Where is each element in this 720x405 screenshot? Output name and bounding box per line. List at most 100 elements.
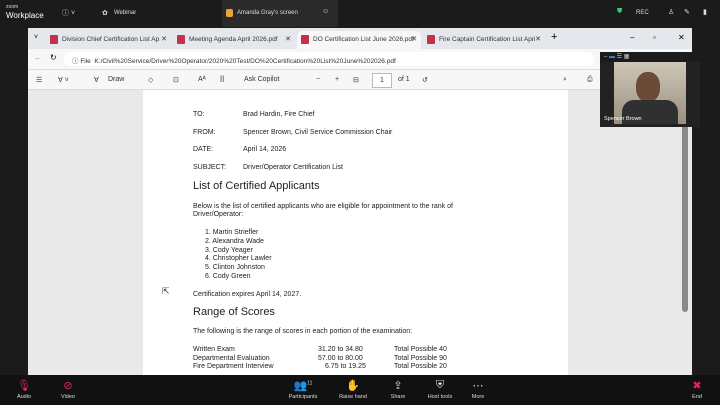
restore-icon[interactable]: ▫ <box>653 33 656 42</box>
applicant-item: 5. Clinton Johnston <box>205 264 265 271</box>
share-title-pill[interactable]: Amanda Gray's screen ☺ <box>222 0 338 27</box>
rec-indicator: REC <box>636 10 649 16</box>
tab-label: Meeting Agenda April 2026.pdf <box>189 36 278 43</box>
url-text: K:/Civil%20Service/Driver%20Operator/202… <box>94 58 396 65</box>
audio-button[interactable]: 🎙 Audio <box>4 379 44 400</box>
new-tab-icon[interactable]: + <box>551 31 557 43</box>
memo-value: Spencer Brown, Civil Service Commission … <box>243 129 393 136</box>
fit-page-icon[interactable]: ⊟ <box>353 76 359 84</box>
browser-window: ˅ Division Chief Certification List Ap ✕ … <box>28 28 692 375</box>
score-total: Total Possible 90 <box>394 355 447 362</box>
search-icon[interactable]: ⌕ <box>563 76 567 84</box>
draw-button[interactable]: Draw <box>108 76 124 83</box>
minimize-icon[interactable]: – <box>630 33 634 42</box>
view-options-icon[interactable]: ☺ <box>322 8 329 15</box>
highlight-icon[interactable]: ∀ ˅ <box>58 76 69 84</box>
eraser-icon[interactable]: ◇ <box>148 76 153 84</box>
scores-intro: The following is the range of scores in … <box>193 328 413 335</box>
tab-list-icon[interactable]: ˅ <box>34 34 38 41</box>
score-portion: Fire Department Interview <box>193 363 274 370</box>
refresh-icon[interactable]: ↻ <box>50 53 57 62</box>
pdf-icon <box>301 35 309 44</box>
zoom-logo-small: zoom <box>6 4 19 10</box>
close-window-icon[interactable]: ✕ <box>678 33 685 42</box>
more-label: More <box>471 394 485 400</box>
url-input[interactable]: ⓘ File K:/Civil%20Service/Driver%20Opera… <box>64 52 594 66</box>
draw-icon[interactable]: ∀ <box>94 76 99 84</box>
close-icon[interactable]: ✕ <box>411 35 417 43</box>
webinar-icon: ✿ <box>102 10 108 17</box>
close-icon[interactable]: ✕ <box>535 35 541 43</box>
score-total: Total Possible 20 <box>394 363 447 370</box>
zoom-logo: Workplace <box>6 11 44 20</box>
applicant-item: 4. Christopher Lawler <box>205 255 272 262</box>
more-button[interactable]: ⋯ More <box>458 379 498 400</box>
meeting-controls: 🎙 Audio ⊘ Video 👥11 Participants ✋ Raise han… <box>0 375 720 405</box>
applicant-item: 1. Martin Striefler <box>205 229 259 236</box>
tab-meeting-agenda[interactable]: Meeting Agenda April 2026.pdf ✕ <box>173 31 295 49</box>
applicant-item: 2. Alexandra Wade <box>205 238 264 245</box>
end-button[interactable]: ✖ End <box>677 379 717 400</box>
heading-range-of-scores: Range of Scores <box>193 306 275 318</box>
shield-icon: ⛨ <box>435 379 445 391</box>
zoom-in-icon[interactable]: + <box>335 76 339 83</box>
memo-label: DATE: <box>193 146 214 153</box>
rotate-icon[interactable]: ↺ <box>422 76 428 84</box>
close-icon[interactable]: ✕ <box>161 35 167 43</box>
memo-label: TO: <box>193 111 205 118</box>
raise-hand-button[interactable]: ✋ Raise hand <box>333 379 373 400</box>
participant-head <box>636 72 660 102</box>
read-aloud-icon[interactable]: Aᴬ <box>198 76 206 83</box>
end-label: End <box>692 394 702 400</box>
score-range: 6.75 to 19.25 <box>325 363 366 370</box>
zoom-out-icon[interactable]: − <box>316 76 320 83</box>
raise-hand-label: Raise hand <box>339 394 367 400</box>
text-icon[interactable]: ⊡ <box>173 76 179 84</box>
score-range: 57.00 to 80.00 <box>318 355 363 362</box>
pdf-icon <box>50 35 58 44</box>
tab-bar: ˅ Division Chief Certification List Ap ✕ … <box>28 28 692 49</box>
page-number-input[interactable]: 1 <box>372 73 392 88</box>
memo-value: Brad Hardin, Fire Chief <box>243 111 315 118</box>
participants-button[interactable]: 👥11 Participants <box>283 379 323 400</box>
memo-label: SUBJECT: <box>193 164 227 171</box>
tab-division-chief[interactable]: Division Chief Certification List Ap ✕ <box>46 31 171 49</box>
participant-name: Spencer Brown <box>604 116 642 122</box>
participants-icon: 👥11 <box>293 380 313 392</box>
host-tools-button[interactable]: ⛨ Host tools <box>420 379 460 400</box>
info-icon[interactable]: ⓘ ˅ <box>62 8 75 18</box>
contents-icon[interactable]: ☰ <box>36 76 42 84</box>
participant-video <box>614 62 686 124</box>
hand-icon: ✋ <box>346 380 360 392</box>
video-tile[interactable]: – ▬ ☰ ▦ Spencer Brown <box>600 52 700 127</box>
pen-icon[interactable]: ✎ <box>684 8 690 16</box>
file-icon[interactable]: ▮ <box>703 8 707 16</box>
video-label: Video <box>61 394 75 400</box>
end-icon: ✖ <box>692 380 702 392</box>
tab-do-certification[interactable]: DO Certification List June 2026.pdf ✕ <box>297 31 421 49</box>
pdf-viewer: TO: Brad Hardin, Fire Chief FROM: Spence… <box>28 90 692 375</box>
video-controls[interactable]: – ▬ ☰ ▦ <box>600 52 700 62</box>
close-icon[interactable]: ✕ <box>285 35 291 43</box>
address-bar-row: ← ↻ ⓘ File K:/Civil%20Service/Driver%20O… <box>28 49 692 69</box>
share-button[interactable]: ⇪ Share <box>378 379 418 400</box>
tab-fire-captain[interactable]: Fire Captain Certification List April ✕ <box>423 31 545 49</box>
print-icon[interactable]: ⎙ <box>587 76 593 84</box>
expiration-text: Certification expires April 14, 2027. <box>193 291 302 298</box>
participants-label: Participants <box>288 394 318 400</box>
score-total: Total Possible 40 <box>394 346 447 353</box>
tab-label: Division Chief Certification List Ap <box>62 36 160 43</box>
share-label: Share <box>390 394 406 400</box>
share-title: Amanda Gray's screen <box>237 10 298 16</box>
participants-count: 11 <box>307 380 313 387</box>
immersive-icon[interactable]: ꟾꟾ <box>220 76 224 84</box>
video-button[interactable]: ⊘ Video <box>48 379 88 400</box>
person-icon[interactable]: ♙ <box>668 8 674 16</box>
mouse-cursor-icon: ⇱ <box>162 286 170 296</box>
zoom-top-bar: zoom Workplace ⓘ ˅ ✿ Webinar Amanda Gray… <box>0 0 720 28</box>
audio-label: Audio <box>16 394 32 400</box>
video-off-icon: ⊘ <box>63 380 73 392</box>
back-icon[interactable]: ← <box>34 53 42 62</box>
ask-copilot-button[interactable]: Ask Copilot <box>244 76 279 83</box>
more-icon: ⋯ <box>472 380 484 392</box>
